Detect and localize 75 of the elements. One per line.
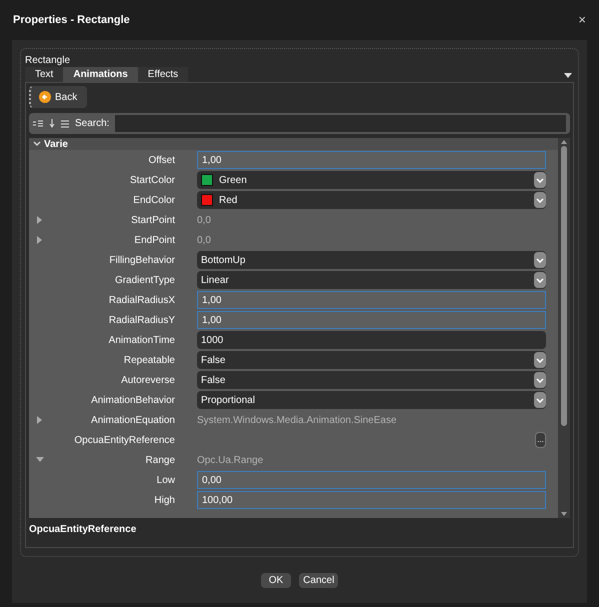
window-title: Properties - Rectangle xyxy=(13,12,130,28)
dropdown-arrow-icon[interactable] xyxy=(564,73,572,78)
categorized-icon[interactable] xyxy=(33,120,43,128)
dropdown[interactable]: False xyxy=(197,371,546,389)
dropdown[interactable]: Proportional xyxy=(197,391,546,409)
value-text: 0,0 xyxy=(197,234,212,248)
dropdown-toggle[interactable] xyxy=(534,192,546,208)
expand-arrow-icon[interactable] xyxy=(36,236,44,244)
sort-down-icon[interactable] xyxy=(49,119,55,128)
search-label: Search: xyxy=(75,117,110,131)
browse-button[interactable]: ... xyxy=(535,432,546,448)
property-label: AnimationTime xyxy=(108,334,175,348)
dropdown-toggle[interactable] xyxy=(534,392,546,408)
dropdown-toggle[interactable] xyxy=(534,272,546,288)
property-label: Range xyxy=(144,454,175,468)
value-text: Opc.Ua.Range xyxy=(197,454,264,468)
tab[interactable]: Animations xyxy=(63,67,138,82)
value-field[interactable]: 1,00 xyxy=(197,291,546,309)
collapse-arrow-icon[interactable] xyxy=(36,456,44,464)
close-button[interactable]: × xyxy=(578,10,586,30)
tab[interactable]: Effects xyxy=(138,67,188,82)
dropdown[interactable]: False xyxy=(197,351,546,369)
property-label: Autoreverse xyxy=(120,374,175,388)
dropdown[interactable]: BottomUp xyxy=(197,251,546,269)
property-label: Offset xyxy=(148,154,175,168)
dialog-button[interactable]: OK xyxy=(260,572,292,588)
value-field[interactable]: 1,00 xyxy=(197,311,546,329)
description-title: OpcuaEntityReference xyxy=(29,523,136,537)
chevron-down-icon xyxy=(536,398,544,402)
category-header[interactable]: Varie xyxy=(29,138,558,150)
tab[interactable]: Text xyxy=(25,67,64,82)
scroll-up-icon[interactable] xyxy=(561,140,567,144)
dialog-button[interactable]: Cancel xyxy=(299,572,338,588)
property-label: Repeatable xyxy=(122,354,175,368)
chevron-down-icon xyxy=(536,358,544,362)
property-label: RadialRadiusY xyxy=(108,314,175,328)
property-label: High xyxy=(153,494,175,508)
back-arrow-icon xyxy=(39,91,51,103)
expand-arrow-icon[interactable] xyxy=(36,216,44,224)
property-label: Low xyxy=(156,474,175,488)
dropdown[interactable]: Linear xyxy=(197,271,546,289)
list-icon[interactable] xyxy=(61,120,69,128)
value-text: 0,0 xyxy=(197,214,212,228)
property-label: GradientType xyxy=(114,274,175,288)
scroll-down-icon[interactable] xyxy=(561,512,567,516)
dropdown-toggle[interactable] xyxy=(534,352,546,368)
value-field[interactable]: 1000 xyxy=(197,331,546,349)
color-dropdown[interactable]: Red xyxy=(197,191,546,209)
property-label: AnimationEquation xyxy=(90,414,175,428)
property-label: EndPoint xyxy=(133,234,175,248)
chevron-down-icon xyxy=(536,378,544,382)
property-label: StartPoint xyxy=(130,214,175,228)
chevron-down-icon xyxy=(536,178,544,182)
property-label: EndColor xyxy=(132,194,175,208)
property-label: AnimationBehavior xyxy=(90,394,175,408)
value-field[interactable]: 0,00 xyxy=(197,471,546,489)
back-button[interactable]: Back xyxy=(29,86,88,108)
property-label: RadialRadiusX xyxy=(108,294,175,308)
property-label: OpcuaEntityReference xyxy=(73,434,175,448)
chevron-down-icon xyxy=(536,278,544,282)
search-field[interactable] xyxy=(115,115,566,132)
property-label: StartColor xyxy=(128,174,175,188)
value-field[interactable]: 1,00 xyxy=(197,151,546,169)
color-dropdown[interactable]: Green xyxy=(197,171,546,189)
object-name: Rectangle xyxy=(25,55,72,67)
property-label: FillingBehavior xyxy=(108,254,175,268)
chevron-down-icon xyxy=(536,258,544,262)
expand-arrow-icon[interactable] xyxy=(36,416,44,424)
chevron-down-icon xyxy=(536,198,544,202)
scrollbar[interactable] xyxy=(558,138,570,518)
dropdown-toggle[interactable] xyxy=(534,252,546,268)
value-field[interactable]: 100,00 xyxy=(197,491,546,509)
dropdown-toggle[interactable] xyxy=(534,172,546,188)
dropdown-toggle[interactable] xyxy=(534,372,546,388)
value-text: System.Windows.Media.Animation.SineEase xyxy=(197,414,398,428)
